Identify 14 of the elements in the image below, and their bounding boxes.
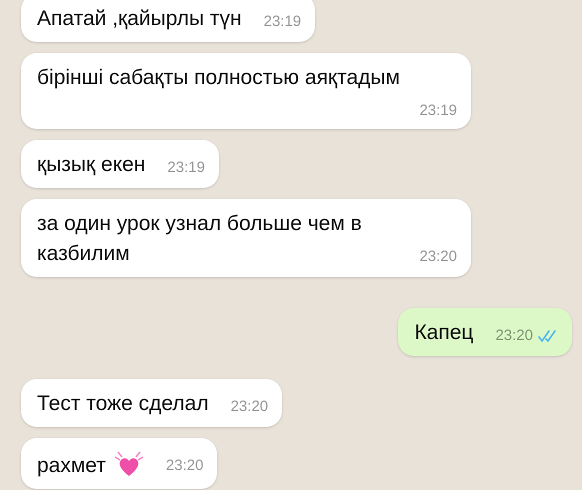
message-time: 23:20 <box>166 456 204 476</box>
message-time: 23:19 <box>167 158 205 178</box>
message-text: қызық екен <box>37 153 146 176</box>
message-time: 23:19 <box>264 12 302 32</box>
message-text: Апатай ,қайырлы түн <box>37 7 242 30</box>
message-text: за один урок узнал больше чем в казбилим <box>37 212 362 265</box>
message-text: бірінші сабақты полностью аяқтадым <box>37 66 400 89</box>
message-time: 23:20 <box>230 397 268 417</box>
message-text: Тест тоже сделал <box>37 392 209 415</box>
message-time: 23:19 <box>419 101 457 121</box>
message-time: 23:20 <box>495 326 533 346</box>
message-text: Капец <box>414 321 474 344</box>
message-text: рахмет <box>37 454 106 477</box>
message-time: 23:20 <box>419 247 457 267</box>
